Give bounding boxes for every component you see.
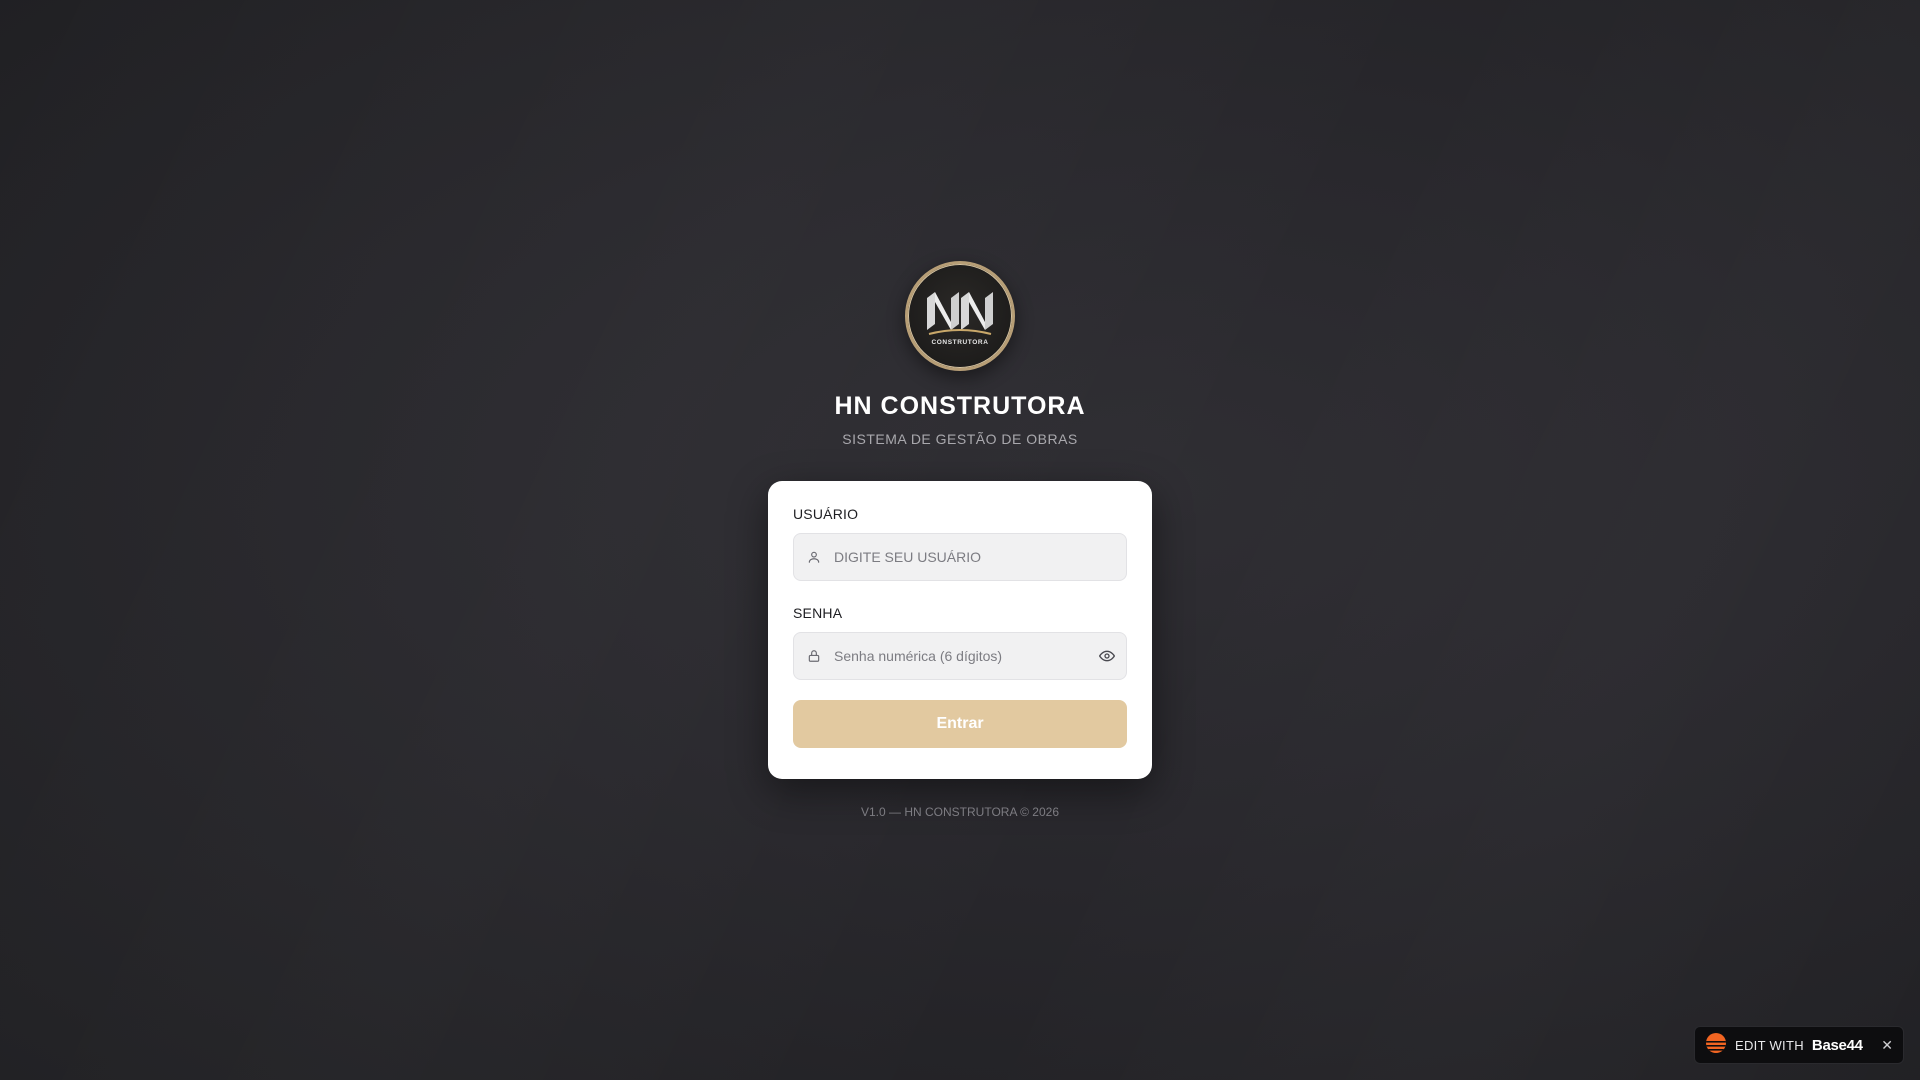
password-field[interactable] [793, 632, 1127, 680]
lock-icon [794, 649, 834, 663]
user-label: USUÁRIO [793, 506, 859, 522]
badge-edit-label: EDIT WITH [1735, 1037, 1804, 1053]
user-input[interactable] [834, 534, 1126, 580]
brand-logo: CONSTRUTORA [905, 261, 1015, 371]
login-card: USUÁRIO SENHA Entrar [768, 481, 1152, 779]
badge-brand-label: Base44 [1811, 1036, 1863, 1054]
footer-version: V1.0 — HN CONSTRUTORA © 2026 [860, 805, 1059, 819]
submit-button[interactable]: Entrar [793, 700, 1127, 748]
user-icon [794, 550, 834, 564]
brand-title: HN CONSTRUTORA [834, 392, 1086, 420]
password-input[interactable] [834, 633, 1088, 679]
close-icon[interactable]: ✕ [1881, 1037, 1893, 1054]
eye-icon[interactable] [1088, 648, 1126, 664]
password-label: SENHA [793, 605, 843, 621]
svg-text:CONSTRUTORA: CONSTRUTORA [931, 339, 988, 346]
user-field[interactable] [793, 533, 1127, 581]
base44-logo-icon [1705, 1032, 1727, 1059]
brand-subtitle: SISTEMA DE GESTÃO DE OBRAS [842, 431, 1078, 447]
edit-with-base44-badge[interactable]: EDIT WITH Base44 ✕ [1694, 1026, 1904, 1064]
brand-logo-mark: CONSTRUTORA [927, 292, 993, 346]
